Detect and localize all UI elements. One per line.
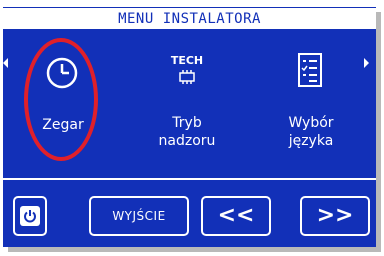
title-bar: MENU INSTALATORA [3,8,376,31]
power-icon [20,206,40,226]
footer-divider [3,178,376,180]
menu-item-label-line1: Wybór [288,115,334,131]
menu-item-label-line2: nadzoru [158,133,216,149]
menu-item-supervision-mode[interactable]: TECH Tryb nadzoru [127,36,247,166]
next-button[interactable]: >> [300,196,370,236]
exit-button-label: WYJŚCIE [112,209,166,223]
exit-button[interactable]: WYJŚCIE [89,196,189,236]
double-chevron-left-icon: << [217,203,255,228]
menu-item-label-line1: Tryb [172,115,202,131]
tech-label: TECH [170,54,204,67]
highlight-ring [24,38,98,161]
double-chevron-right-icon: >> [316,203,354,228]
menu-item-language[interactable]: Wybór języka [251,36,371,166]
prev-button[interactable]: << [201,196,271,236]
menu-item-label-line2: języka [288,133,334,149]
power-button[interactable] [13,196,47,236]
chip-icon [179,70,195,84]
checklist-icon [298,53,322,87]
page-title: MENU INSTALATORA [118,11,261,27]
